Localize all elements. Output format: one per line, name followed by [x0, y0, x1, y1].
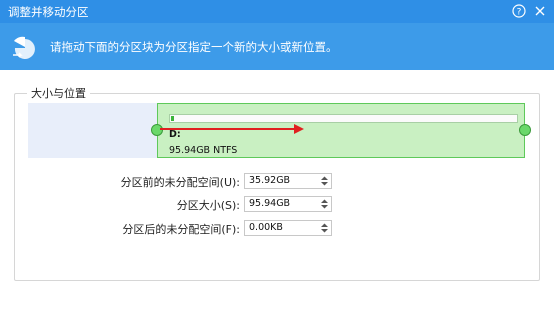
spinner-arrows-icon[interactable]: [320, 175, 329, 187]
partition-size-label: 分区大小(S):: [176, 199, 240, 212]
help-icon[interactable]: ?: [511, 3, 527, 19]
unalloc-before-label: 分区前的未分配空间(U):: [120, 176, 240, 189]
instruction-text: 请拖动下面的分区块为分区指定一个新的大小或新位置。: [50, 40, 338, 54]
group-title: 大小与位置: [27, 85, 90, 101]
unalloc-after-row: 分区后的未分配空间(F): 0.00KB: [0, 220, 554, 236]
unalloc-before-input[interactable]: 35.92GB: [244, 173, 332, 189]
spinner-arrows-icon[interactable]: [320, 222, 329, 234]
unalloc-after-value: 0.00KB: [249, 222, 283, 233]
unalloc-after-input[interactable]: 0.00KB: [244, 220, 332, 236]
unalloc-after-label: 分区后的未分配空间(F):: [122, 223, 240, 236]
instruction-banner: 请拖动下面的分区块为分区指定一个新的大小或新位置。: [0, 23, 554, 70]
partition-move-icon: [12, 35, 38, 59]
partition-usage-bar: [169, 114, 518, 123]
partition-size-value: 95.94GB: [249, 198, 291, 209]
drag-arrow-icon: [160, 124, 304, 134]
unalloc-before-value: 35.92GB: [249, 175, 291, 186]
close-icon[interactable]: [532, 3, 548, 19]
partition-size-row: 分区大小(S): 95.94GB: [0, 196, 554, 212]
svg-text:?: ?: [517, 8, 522, 18]
partition-size-fs: 95.94GB NTFS: [169, 145, 238, 156]
unallocated-space-before: [28, 103, 157, 158]
unalloc-before-row: 分区前的未分配空间(U): 35.92GB: [0, 173, 554, 189]
spinner-arrows-icon[interactable]: [320, 198, 329, 210]
title-bar: 调整并移动分区 ?: [0, 0, 554, 23]
right-resize-handle[interactable]: [519, 124, 531, 136]
window-title: 调整并移动分区: [8, 5, 89, 19]
partition-usage-fill: [171, 116, 174, 121]
partition-size-input[interactable]: 95.94GB: [244, 196, 332, 212]
